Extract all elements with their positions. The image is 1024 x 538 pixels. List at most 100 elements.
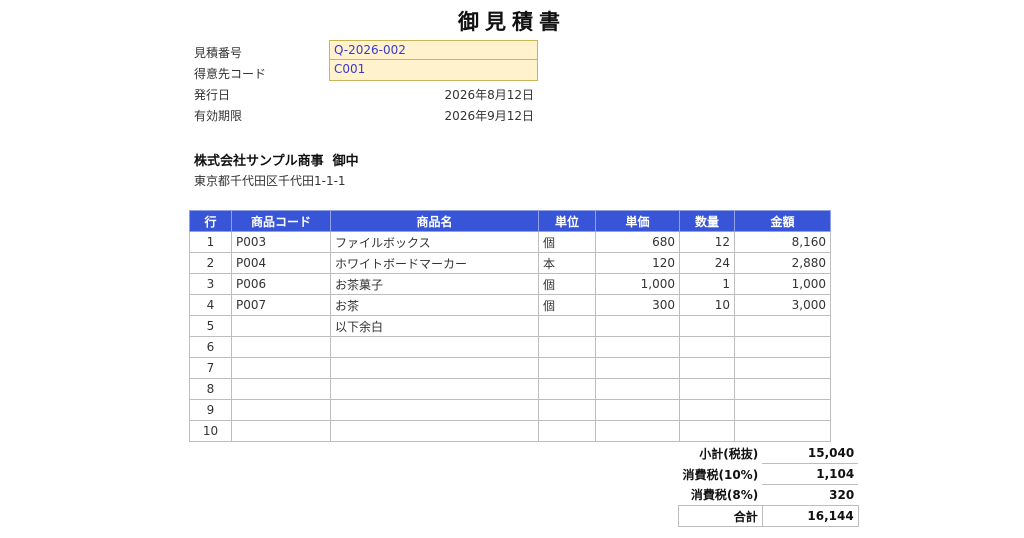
tax10-row: 消費税(10%) 1,104 (679, 463, 859, 485)
product-code-cell[interactable]: P007 (231, 294, 331, 316)
product-name-cell[interactable] (330, 357, 539, 379)
valid-until-value: 2026年9月12日 (444, 109, 534, 123)
amount-cell (734, 357, 831, 379)
tax8-value[interactable]: 320 (762, 484, 859, 506)
tax10-value[interactable]: 1,104 (762, 463, 859, 485)
product-code-cell[interactable] (231, 420, 331, 442)
tax10-label: 消費税(10%) (682, 467, 759, 482)
quantity-cell[interactable]: 10 (679, 294, 735, 316)
amount-cell: 3,000 (734, 294, 831, 316)
header-product-name: 商品名 (330, 210, 539, 232)
unit-cell[interactable] (538, 420, 596, 442)
subtotal-value[interactable]: 15,040 (762, 443, 859, 464)
totals-table: 小計(税抜) 15,040 消費税(10%) 1,104 消費税(8%) 320… (678, 443, 859, 527)
product-code-cell[interactable] (231, 378, 331, 400)
amount-cell (734, 420, 831, 442)
header-amount: 金額 (734, 210, 831, 232)
product-code-cell[interactable]: P004 (231, 252, 331, 274)
row-number-cell: 8 (189, 378, 232, 400)
quote-number-input[interactable]: Q-2026-002 (329, 40, 538, 60)
tax8-row: 消費税(8%) 320 (679, 484, 859, 506)
customer-code-label: 得意先コード (194, 67, 267, 81)
product-code-cell[interactable] (231, 399, 331, 421)
table-row: 3 P006 お茶菓子個 1,000 1 1,000 (189, 273, 831, 295)
table-row: 1 P003 ファイルボックス個 680 12 8,160 (189, 231, 831, 253)
product-name-cell[interactable]: お茶菓子 (330, 273, 539, 295)
header-row-number: 行 (189, 210, 232, 232)
table-header-row: 行 商品コード 商品名 単位 単価 数量 金額 (189, 210, 831, 232)
unit-cell[interactable] (538, 378, 596, 400)
grand-total-label: 合計 (678, 505, 763, 527)
unit-price-cell[interactable]: 1,000 (595, 273, 680, 295)
product-name-cell[interactable] (330, 420, 539, 442)
issue-date-label: 発行日 (194, 88, 231, 102)
customer-name: 株式会社サンプル商事 御中 (194, 154, 359, 169)
amount-cell: 8,160 (734, 231, 831, 253)
product-code-cell[interactable] (231, 315, 331, 337)
unit-price-cell[interactable] (595, 378, 680, 400)
unit-cell[interactable] (538, 315, 596, 337)
table-row: 8 (189, 378, 831, 400)
quantity-cell[interactable] (679, 420, 735, 442)
customer-code-input[interactable]: C001 (329, 60, 538, 81)
row-number-cell: 4 (189, 294, 232, 316)
header-product-code: 商品コード (231, 210, 331, 232)
document-title: 御見積書 (458, 10, 566, 34)
row-number-cell: 7 (189, 357, 232, 379)
row-number-cell: 6 (189, 336, 232, 358)
product-name-cell[interactable]: 以下余白 (330, 315, 539, 337)
quantity-cell[interactable] (679, 315, 735, 337)
table-row: 5 以下余白 (189, 315, 831, 337)
unit-cell[interactable] (538, 399, 596, 421)
product-code-cell[interactable] (231, 357, 331, 379)
unit-cell[interactable]: 個 (538, 231, 596, 253)
unit-cell[interactable]: 本 (538, 252, 596, 274)
unit-price-cell[interactable] (595, 357, 680, 379)
unit-price-cell[interactable]: 120 (595, 252, 680, 274)
unit-cell[interactable]: 個 (538, 294, 596, 316)
product-name-cell[interactable]: お茶 (330, 294, 539, 316)
quantity-cell[interactable] (679, 357, 735, 379)
quantity-cell[interactable] (679, 336, 735, 358)
unit-price-cell[interactable] (595, 399, 680, 421)
amount-cell: 2,880 (734, 252, 831, 274)
row-number-cell: 9 (189, 399, 232, 421)
unit-price-cell[interactable] (595, 420, 680, 442)
header-unit: 単位 (538, 210, 596, 232)
unit-cell[interactable] (538, 336, 596, 358)
customer-address: 東京都千代田区千代田1-1-1 (194, 174, 346, 188)
product-name-cell[interactable] (330, 336, 539, 358)
product-name-cell[interactable] (330, 399, 539, 421)
unit-price-cell[interactable]: 680 (595, 231, 680, 253)
quantity-cell[interactable] (679, 399, 735, 421)
product-name-cell[interactable]: ファイルボックス (330, 231, 539, 253)
amount-cell (734, 336, 831, 358)
unit-price-cell[interactable]: 300 (595, 294, 680, 316)
table-row: 4 P007 お茶個 300 10 3,000 (189, 294, 831, 316)
quantity-cell[interactable]: 12 (679, 231, 735, 253)
unit-cell[interactable] (538, 357, 596, 379)
grand-total-value[interactable]: 16,144 (761, 505, 859, 527)
row-number-cell: 1 (189, 231, 232, 253)
product-name-cell[interactable] (330, 378, 539, 400)
product-code-cell[interactable]: P006 (231, 273, 331, 295)
table-row: 6 (189, 336, 831, 358)
amount-cell (734, 315, 831, 337)
product-code-cell[interactable]: P003 (231, 231, 331, 253)
amount-cell (734, 378, 831, 400)
product-code-cell[interactable] (231, 336, 331, 358)
valid-until-label: 有効期限 (194, 109, 243, 123)
row-number-cell: 10 (189, 420, 232, 442)
issue-date-value: 2026年8月12日 (444, 88, 534, 102)
quantity-cell[interactable] (679, 378, 735, 400)
quantity-cell[interactable]: 1 (679, 273, 735, 295)
table-row: 10 (189, 420, 831, 442)
header-quantity: 数量 (679, 210, 735, 232)
quantity-cell[interactable]: 24 (679, 252, 735, 274)
grand-total-row: 合計 16,144 (678, 505, 859, 527)
table-row: 7 (189, 357, 831, 379)
unit-price-cell[interactable] (595, 315, 680, 337)
unit-price-cell[interactable] (595, 336, 680, 358)
unit-cell[interactable]: 個 (538, 273, 596, 295)
product-name-cell[interactable]: ホワイトボードマーカー (330, 252, 539, 274)
